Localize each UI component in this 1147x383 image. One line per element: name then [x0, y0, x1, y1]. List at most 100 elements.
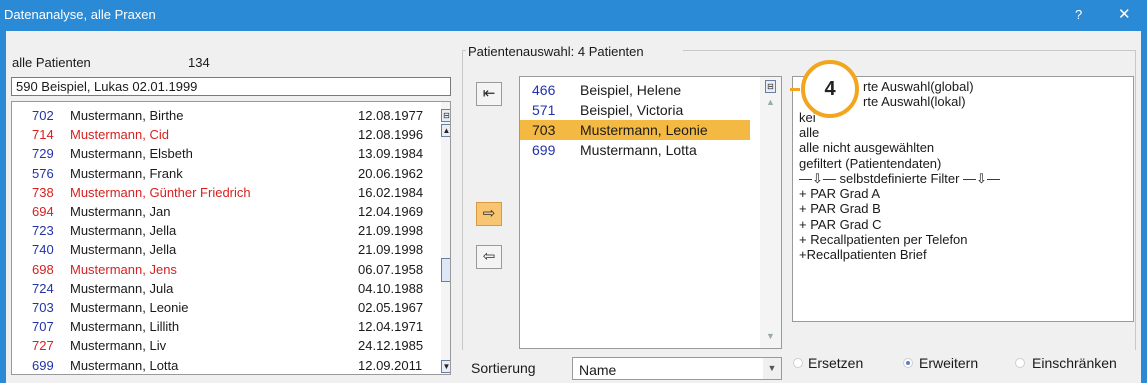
patient-name: Mustermann, Frank — [70, 165, 183, 181]
birth-date: 12.09.2011 — [358, 357, 423, 373]
table-row[interactable]: 723 Mustermann, Jella 21.09.1998 — [12, 221, 440, 240]
table-row[interactable]: 727 Mustermann, Liv 24.12.1985 — [12, 336, 440, 355]
table-row[interactable]: 694 Mustermann, Jan 12.04.1969 — [12, 202, 440, 221]
patient-name: Mustermann, Lotta — [70, 357, 179, 373]
patient-number: 723 — [32, 223, 54, 239]
patient-number: 699 — [532, 142, 556, 158]
patient-number: 694 — [32, 204, 54, 219]
birth-date: 06.07.1958 — [358, 261, 424, 277]
patient-number: 703 — [32, 300, 54, 315]
patient-number: 707 — [32, 319, 54, 335]
patient-name: Mustermann, Jens — [70, 261, 177, 277]
group-border-right — [1135, 50, 1136, 350]
window-title: Datenanalyse, alle Praxen — [4, 7, 156, 22]
table-row[interactable]: 698 Mustermann, Jens 06.07.1958 — [12, 260, 440, 279]
patient-number: 571 — [532, 102, 556, 118]
print-icon[interactable]: ⊟ — [765, 80, 776, 93]
filter-option[interactable]: + Recallpatienten per Telefon — [799, 232, 968, 247]
filter-option[interactable]: +Recallpatienten Brief — [799, 247, 927, 262]
scroll-up-arrow-icon[interactable]: ▲ — [766, 97, 775, 107]
filter-option[interactable]: alle — [799, 125, 819, 140]
table-row[interactable]: 729 Mustermann, Elsbeth 13.09.1984 — [12, 144, 440, 163]
window-frame-right — [1141, 31, 1147, 383]
patient-number: 698 — [32, 261, 54, 277]
extend-radio[interactable] — [903, 358, 913, 368]
patient-name: Mustermann, Günther Friedrich — [70, 184, 251, 200]
list-item[interactable]: 703 Mustermann, Leonie — [520, 120, 750, 140]
patient-number: 714 — [32, 127, 54, 143]
table-row[interactable]: 738 Mustermann, Günther Friedrich 16.02.19… — [12, 183, 440, 202]
patient-name: Mustermann, Lotta — [580, 142, 697, 158]
filter-option[interactable]: rte Auswahl(lokal) — [863, 94, 966, 109]
remove-patient-button[interactable]: ⇦ — [476, 245, 502, 269]
scroll-down-arrow-icon[interactable]: ▼ — [766, 331, 775, 341]
filter-option[interactable]: rte Auswahl(global) — [863, 79, 974, 94]
filter-option[interactable]: gefiltert (Patientendaten) — [799, 156, 941, 171]
sort-value: Name — [579, 362, 617, 378]
scroll-thumb[interactable] — [441, 258, 450, 282]
window-frame-left — [0, 31, 6, 383]
patient-name: Mustermann, Lillith — [70, 319, 180, 335]
patient-name: Mustermann, Jan — [70, 204, 171, 219]
patient-number: 740 — [32, 242, 54, 258]
birth-date: 12.08.1996 — [358, 127, 424, 143]
print-icon[interactable]: ⊟ — [441, 109, 450, 122]
patient-number: 576 — [32, 165, 54, 181]
filter-option[interactable]: alle nicht ausgewählten — [799, 140, 934, 155]
table-row[interactable]: 699 Mustermann, Lotta 12.09.2011 — [12, 356, 440, 374]
help-button[interactable]: ? — [1075, 7, 1082, 22]
table-row[interactable]: 703 Mustermann, Leonie 02.05.1967 — [12, 298, 440, 317]
table-row[interactable]: 714 Mustermann, Cid 12.08.1996 — [12, 125, 440, 144]
patient-name: Beispiel, Victoria — [580, 102, 684, 118]
list-item[interactable]: 699 Mustermann, Lotta — [520, 140, 750, 160]
table-row[interactable]: 707 Mustermann, Lillith 12.04.1971 — [12, 317, 440, 336]
all-patients-label: alle Patienten — [12, 55, 91, 70]
filter-option[interactable]: + PAR Grad C — [799, 217, 881, 232]
move-left-all-button[interactable]: ⇤ — [476, 82, 502, 106]
extend-label: Erweitern — [919, 355, 979, 371]
selection-group-label: Patientenauswahl: 4 Patienten — [468, 44, 644, 59]
restrict-label: Einschränken — [1032, 355, 1117, 371]
patient-number: 703 — [532, 122, 556, 138]
patient-name: Mustermann, Elsbeth — [70, 146, 193, 162]
patient-name: Mustermann, Liv — [70, 338, 167, 354]
patient-search-input[interactable]: 590 Beispiel, Lukas 02.01.1999 — [11, 77, 451, 96]
chevron-down-icon[interactable]: ▼ — [763, 358, 781, 379]
patient-number: 724 — [32, 280, 54, 296]
patient-number: 699 — [32, 357, 54, 373]
table-row[interactable]: 576 Mustermann, Frank 20.06.1962 — [12, 164, 440, 183]
birth-date: 13.09.1984 — [358, 146, 424, 162]
patient-count: 134 — [188, 55, 210, 70]
birth-date: 12.04.1969 — [358, 204, 424, 219]
filter-option[interactable]: —⇩— selbstdefinierte Filter —⇩— — [799, 171, 1000, 186]
restrict-radio[interactable] — [1015, 358, 1025, 368]
filter-option[interactable]: + PAR Grad B — [799, 201, 881, 216]
sort-select[interactable]: Name ▼ — [572, 357, 782, 380]
replace-label: Ersetzen — [808, 355, 864, 371]
all-patients-scrollbar[interactable]: ⊟ ▲ ▼ — [441, 102, 450, 374]
filter-option[interactable]: + PAR Grad A — [799, 186, 880, 201]
add-patient-button[interactable]: ⇨ — [476, 202, 502, 226]
table-row[interactable]: 702 Mustermann, Birthe 12.08.1977 — [12, 106, 440, 125]
table-row[interactable]: 724 Mustermann, Jula 04.10.1988 — [12, 279, 440, 298]
birth-date: 20.06.1962 — [358, 165, 424, 181]
birth-date: 04.10.1988 — [358, 280, 424, 296]
patient-name: Mustermann, Birthe — [70, 108, 184, 123]
selected-patients-scrollbar[interactable]: ⊟ ▲ ▼ — [760, 77, 781, 348]
sort-label: Sortierung — [471, 360, 536, 376]
table-row[interactable]: 740 Mustermann, Jella 21.09.1998 — [12, 240, 440, 259]
patient-number: 702 — [32, 108, 54, 123]
close-button[interactable]: ✕ — [1118, 5, 1131, 23]
all-patients-list[interactable]: 702 Mustermann, Birthe 12.08.1977 714 Muster… — [11, 101, 451, 375]
birth-date: 21.09.1998 — [358, 242, 424, 258]
replace-radio[interactable] — [793, 358, 803, 368]
scroll-down-button[interactable]: ▼ — [441, 360, 450, 373]
title-bar: Datenanalyse, alle Praxen ? ✕ — [0, 0, 1147, 31]
list-item[interactable]: 466 Beispiel, Helene — [520, 80, 750, 100]
patient-name: Mustermann, Jella — [70, 223, 177, 239]
list-item[interactable]: 571 Beispiel, Victoria — [520, 100, 750, 120]
group-border-left — [462, 50, 463, 350]
patient-name: Mustermann, Jula — [70, 280, 174, 296]
selected-patients-list[interactable]: 466 Beispiel, Helene 571 Beispiel, Victoria… — [519, 76, 782, 349]
scroll-up-button[interactable]: ▲ — [441, 124, 450, 137]
